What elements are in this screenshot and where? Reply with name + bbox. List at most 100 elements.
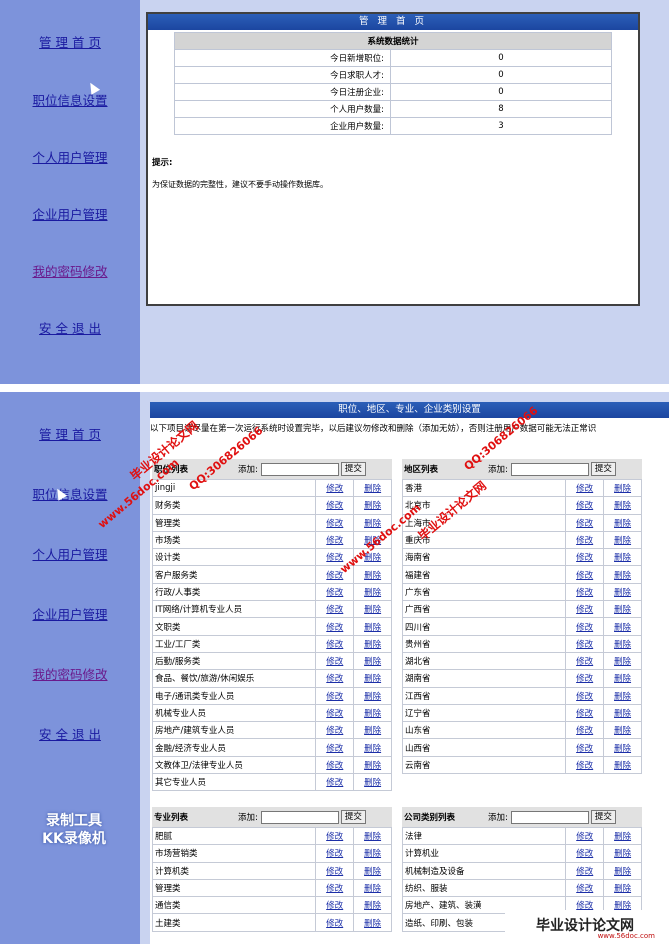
edit-link[interactable]: 修改 [315,913,355,932]
edit-link[interactable]: 修改 [565,582,605,602]
job-submit-button[interactable]: 提交 [340,462,366,476]
delete-link[interactable]: 删除 [353,738,392,757]
sidebar-item-home[interactable]: 管 理 首 页 [0,424,140,443]
delete-link[interactable]: 删除 [603,478,642,498]
delete-link[interactable]: 删除 [353,565,392,584]
major-add-input[interactable] [260,810,339,824]
edit-link[interactable]: 修改 [565,496,605,515]
delete-link[interactable]: 删除 [603,721,642,740]
edit-link[interactable]: 修改 [315,669,355,688]
delete-link[interactable]: 删除 [603,530,642,550]
delete-link[interactable]: 删除 [353,826,392,846]
sidebar-item-logout[interactable]: 安 全 退 出 [0,318,140,337]
delete-link[interactable]: 删除 [353,496,392,515]
edit-link[interactable]: 修改 [565,703,605,723]
delete-link[interactable]: 删除 [603,634,642,653]
delete-link[interactable]: 删除 [353,844,392,863]
sidebar-item-personal-users[interactable]: 个人用户管理 [0,147,140,166]
delete-link[interactable]: 删除 [353,703,392,723]
delete-link[interactable]: 删除 [603,600,642,619]
edit-link[interactable]: 修改 [315,634,355,653]
delete-link[interactable]: 删除 [603,738,642,757]
major-submit-button[interactable]: 提交 [340,810,366,824]
edit-link[interactable]: 修改 [565,634,605,653]
sidebar-item-company-users[interactable]: 企业用户管理 [0,204,140,223]
edit-link[interactable]: 修改 [315,496,355,515]
edit-link[interactable]: 修改 [565,617,605,636]
delete-link[interactable]: 删除 [603,826,642,846]
sidebar-item-password[interactable]: 我的密码修改 [0,664,140,683]
delete-link[interactable]: 删除 [603,861,642,880]
delete-link[interactable]: 删除 [603,582,642,602]
delete-link[interactable]: 删除 [353,634,392,653]
delete-link[interactable]: 删除 [603,703,642,723]
edit-link[interactable]: 修改 [315,686,355,705]
edit-link[interactable]: 修改 [315,617,355,636]
delete-link[interactable]: 删除 [353,773,392,792]
edit-link[interactable]: 修改 [315,721,355,740]
edit-link[interactable]: 修改 [315,878,355,898]
delete-link[interactable]: 删除 [603,548,642,567]
edit-link[interactable]: 修改 [315,826,355,846]
edit-link[interactable]: 修改 [315,861,355,880]
delete-link[interactable]: 删除 [603,844,642,863]
edit-link[interactable]: 修改 [565,513,605,532]
delete-link[interactable]: 删除 [353,686,392,705]
edit-link[interactable]: 修改 [315,582,355,602]
delete-link[interactable]: 删除 [353,669,392,688]
sidebar-item-job-settings[interactable]: 职位信息设置 [0,90,140,109]
sidebar-item-personal-users[interactable]: 个人用户管理 [0,544,140,563]
edit-link[interactable]: 修改 [315,703,355,723]
sidebar-item-company-users[interactable]: 企业用户管理 [0,604,140,623]
edit-link[interactable]: 修改 [565,844,605,863]
edit-link[interactable]: 修改 [565,548,605,567]
delete-link[interactable]: 删除 [353,651,392,671]
edit-link[interactable]: 修改 [315,738,355,757]
delete-link[interactable]: 删除 [353,861,392,880]
delete-link[interactable]: 删除 [353,913,392,932]
edit-link[interactable]: 修改 [565,686,605,705]
company-add-input[interactable] [510,810,589,824]
company-submit-button[interactable]: 提交 [590,810,616,824]
delete-link[interactable]: 删除 [353,600,392,619]
edit-link[interactable]: 修改 [315,600,355,619]
edit-link[interactable]: 修改 [565,600,605,619]
edit-link[interactable]: 修改 [565,755,605,775]
edit-link[interactable]: 修改 [315,513,355,532]
delete-link[interactable]: 删除 [603,755,642,775]
edit-link[interactable]: 修改 [315,478,355,498]
edit-link[interactable]: 修改 [565,878,605,898]
edit-link[interactable]: 修改 [315,773,355,792]
edit-link[interactable]: 修改 [315,896,355,915]
delete-link[interactable]: 删除 [603,686,642,705]
delete-link[interactable]: 删除 [603,878,642,898]
edit-link[interactable]: 修改 [565,861,605,880]
delete-link[interactable]: 删除 [603,565,642,584]
delete-link[interactable]: 删除 [353,721,392,740]
delete-link[interactable]: 删除 [603,651,642,671]
edit-link[interactable]: 修改 [565,738,605,757]
sidebar-item-password[interactable]: 我的密码修改 [0,261,140,280]
delete-link[interactable]: 删除 [603,617,642,636]
delete-link[interactable]: 删除 [353,878,392,898]
delete-link[interactable]: 删除 [353,755,392,775]
sidebar-item-home[interactable]: 管 理 首 页 [0,32,140,51]
delete-link[interactable]: 删除 [353,896,392,915]
edit-link[interactable]: 修改 [315,651,355,671]
region-submit-button[interactable]: 提交 [590,462,616,476]
edit-link[interactable]: 修改 [565,826,605,846]
edit-link[interactable]: 修改 [565,565,605,584]
delete-link[interactable]: 删除 [603,513,642,532]
edit-link[interactable]: 修改 [315,844,355,863]
edit-link[interactable]: 修改 [565,530,605,550]
delete-link[interactable]: 删除 [603,496,642,515]
edit-link[interactable]: 修改 [565,721,605,740]
edit-link[interactable]: 修改 [565,478,605,498]
delete-link[interactable]: 删除 [353,617,392,636]
delete-link[interactable]: 删除 [603,669,642,688]
delete-link[interactable]: 删除 [353,582,392,602]
edit-link[interactable]: 修改 [315,755,355,775]
edit-link[interactable]: 修改 [565,651,605,671]
edit-link[interactable]: 修改 [315,530,355,550]
edit-link[interactable]: 修改 [565,669,605,688]
